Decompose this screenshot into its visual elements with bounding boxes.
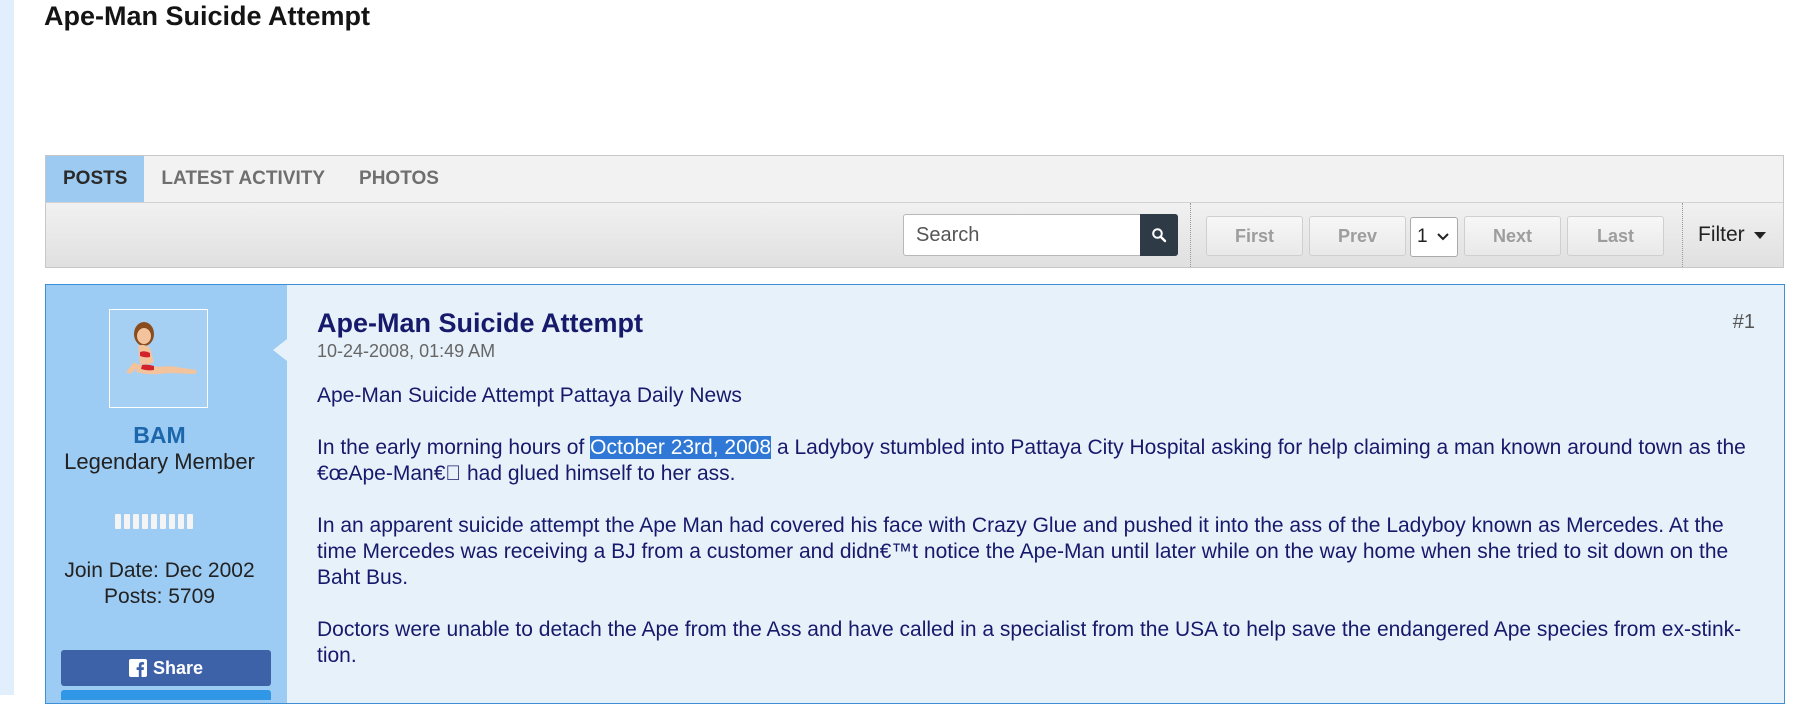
post-date: 10-24-2008, 01:49 AM bbox=[317, 341, 496, 361]
post-body: Ape-Man Suicide Attempt Pattaya Daily Ne… bbox=[317, 383, 1762, 695]
caret-down-icon bbox=[1753, 232, 1766, 239]
selected-text: October 23rd, 2008 bbox=[590, 436, 772, 459]
page-title: Ape-Man Suicide Attempt bbox=[44, 1, 371, 31]
tab-photos[interactable]: PHOTOS bbox=[342, 156, 456, 202]
share-button[interactable]: Share bbox=[61, 650, 271, 686]
toolbar-divider bbox=[1190, 203, 1191, 267]
page-select[interactable]: 1 bbox=[1410, 217, 1458, 257]
rep-pip bbox=[142, 514, 148, 529]
filter-button[interactable]: Filter bbox=[1698, 203, 1769, 267]
rep-pip bbox=[124, 514, 130, 529]
post-paragraph: In the early morning hours of October 23… bbox=[317, 435, 1762, 487]
rep-pip bbox=[169, 514, 175, 529]
last-page-button[interactable]: Last bbox=[1567, 216, 1664, 256]
toolbar-divider bbox=[1682, 203, 1683, 267]
tab-bar: POSTS LATEST ACTIVITY PHOTOS bbox=[46, 156, 1783, 203]
tab-posts[interactable]: POSTS bbox=[46, 156, 145, 202]
filter-label: Filter bbox=[1698, 223, 1745, 246]
author-stats: Join Date: Dec 2002 Posts: 5709 bbox=[46, 558, 273, 610]
search-input[interactable] bbox=[904, 215, 1136, 255]
author-join-date: Join Date: Dec 2002 bbox=[64, 559, 255, 582]
post-text: In the early morning hours of bbox=[317, 436, 591, 459]
left-page-strip bbox=[0, 0, 14, 695]
secondary-share-button[interactable] bbox=[61, 690, 271, 700]
post-title: Ape-Man Suicide Attempt bbox=[317, 308, 644, 338]
first-page-button[interactable]: First bbox=[1206, 216, 1303, 256]
author-user-title: Legendary Member bbox=[64, 449, 255, 474]
search-icon bbox=[1152, 228, 1167, 243]
post-paragraph: Doctors were unable to detach the Ape fr… bbox=[317, 618, 1742, 667]
post-author-panel: BAM Legendary Member Join Date: Dec 2002… bbox=[46, 285, 287, 703]
rep-pip bbox=[187, 514, 193, 529]
chevron-down-icon bbox=[1437, 233, 1449, 241]
avatar-image bbox=[126, 322, 197, 375]
page-select-value: 1 bbox=[1417, 226, 1428, 247]
thread-tabs-panel: POSTS LATEST ACTIVITY PHOTOS First Prev … bbox=[45, 155, 1784, 268]
post-number-link[interactable]: #1 bbox=[1733, 311, 1755, 334]
rep-pip bbox=[160, 514, 166, 529]
post-paragraph: Ape-Man Suicide Attempt Pattaya Daily Ne… bbox=[317, 384, 742, 407]
rep-pip bbox=[133, 514, 139, 529]
author-post-count: Posts: 5709 bbox=[104, 585, 215, 608]
rep-pip bbox=[151, 514, 157, 529]
rep-pip bbox=[115, 514, 121, 529]
search-button[interactable] bbox=[1140, 214, 1178, 256]
tab-latest-activity[interactable]: LATEST ACTIVITY bbox=[144, 156, 342, 202]
post-pointer-arrow bbox=[273, 339, 287, 361]
prev-page-button[interactable]: Prev bbox=[1309, 216, 1406, 256]
rep-pip bbox=[178, 514, 184, 529]
reputation-bar bbox=[115, 514, 193, 529]
facebook-icon bbox=[128, 659, 147, 677]
share-label: Share bbox=[152, 657, 204, 678]
thread-toolbar: First Prev 1 Next Last Filter bbox=[46, 203, 1783, 267]
author-username[interactable]: BAM bbox=[46, 422, 273, 449]
search-box bbox=[903, 214, 1178, 256]
post-paragraph: In an apparent suicide attempt the Ape M… bbox=[317, 514, 1729, 589]
post-item: BAM Legendary Member Join Date: Dec 2002… bbox=[45, 284, 1785, 704]
next-page-button[interactable]: Next bbox=[1464, 216, 1561, 256]
avatar[interactable] bbox=[109, 309, 208, 408]
